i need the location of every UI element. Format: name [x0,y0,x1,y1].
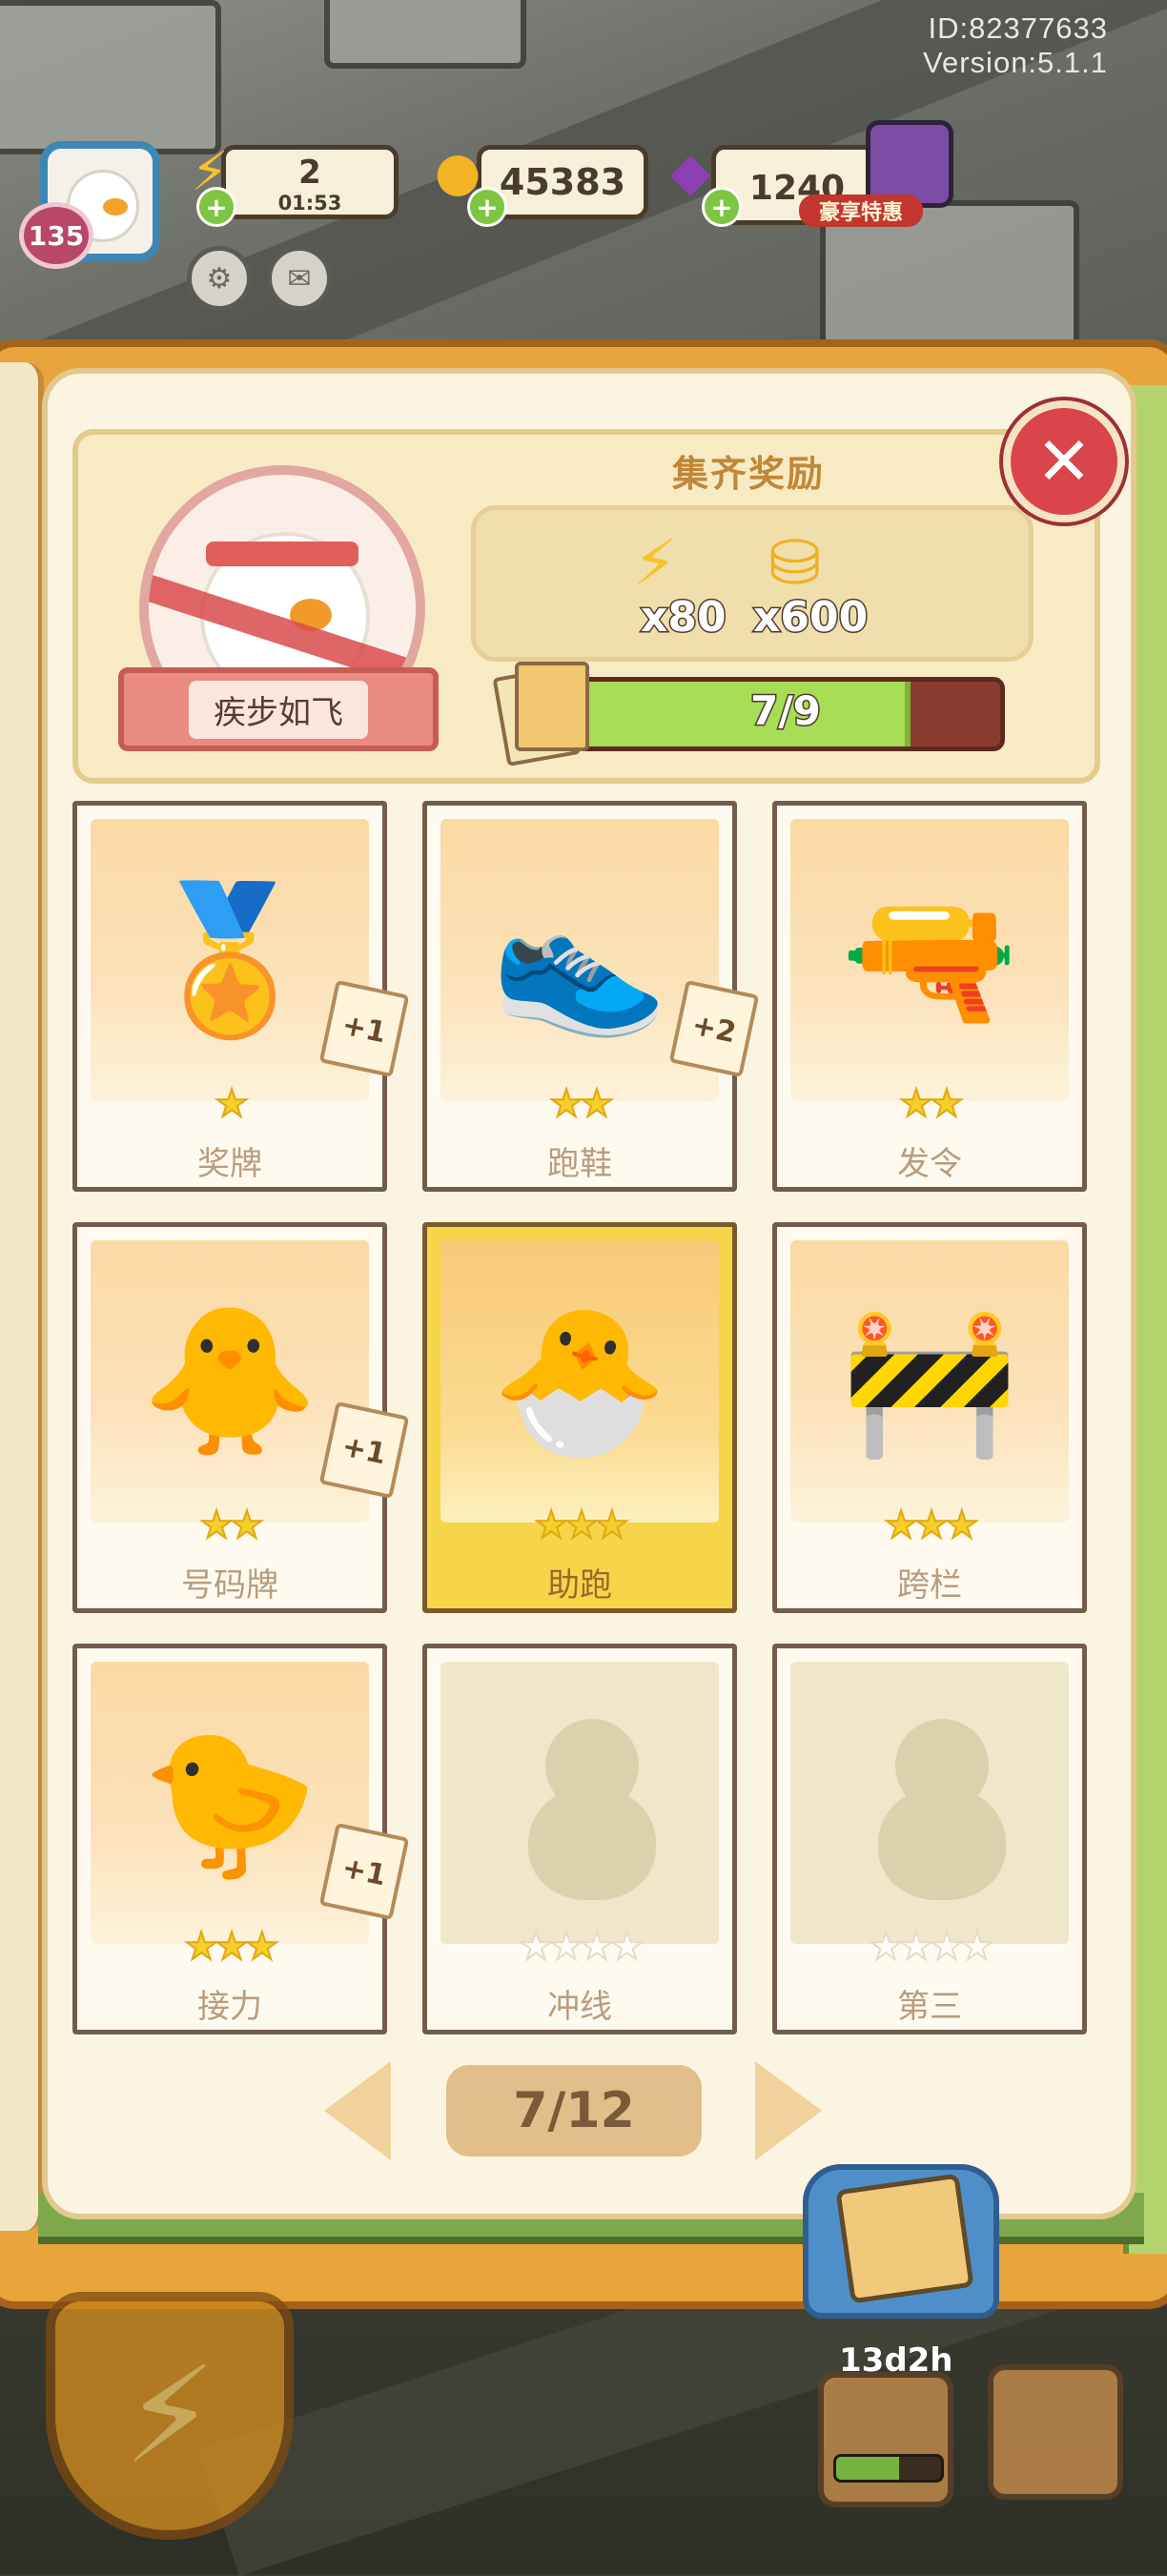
lightning-icon: ⚡ [633,526,678,600]
card-label: 跑鞋 [547,1145,612,1183]
card-label: 号码牌 [181,1566,278,1605]
close-button[interactable]: ✕ [1003,400,1125,522]
album-name: 疾步如飞 [189,680,368,739]
starting-pistol-icon: 🔫 [840,877,1019,1043]
card-star-rating: ★★★★ [427,1924,732,1970]
envelope-icon [835,2173,974,2304]
card-art [790,1662,1069,1944]
card-star-rating: ★★★ [427,1503,732,1548]
event-progress-bar [833,2454,944,2483]
star-icon: ★ [609,1924,645,1970]
card-star-rating: ★★★ [77,1924,382,1970]
previous-page-button[interactable] [324,2061,391,2160]
close-icon: ✕ [1035,422,1093,501]
star-icon: ★ [244,1924,280,1970]
card-art: 🔫 [790,819,1069,1101]
star-icon: ★ [214,1081,250,1127]
star-icon: ★ [548,1924,584,1970]
energy-plus-button[interactable]: + [196,187,236,227]
star-icon: ★ [959,1924,995,1970]
card-label: 跨栏 [897,1566,962,1605]
card-label: 接力 [197,1988,262,2026]
album-card[interactable]: 🏅 ★ 奖牌 +1 [72,801,410,1192]
page-edge-left [0,362,44,2231]
silhouette-icon [878,1719,1006,1900]
coin-value: 45383 [499,161,626,203]
energy-bolt-button[interactable]: ⚡ [46,2292,294,2540]
game-version: Version:5.1.1 [923,46,1108,79]
reward-energy-quantity: x80 [640,592,728,644]
star-icon: ★ [229,1503,265,1548]
album-progress-text: 7/9 [749,686,823,736]
star-icon: ★ [579,1081,615,1127]
star-icon: ★ [533,1503,569,1548]
card-label: 助跑 [547,1566,612,1605]
album-card[interactable]: 🐥 ★★ 号码牌 +1 [72,1222,410,1613]
promo-label[interactable]: 豪享特惠 [799,194,923,227]
completion-reward-box [471,505,1034,662]
page-indicator: 7/12 [446,2065,702,2157]
event-timer: 13d2h [838,2341,954,2381]
id-version-label: ID:82377633 Version:5.1.1 [923,11,1108,80]
card-label: 发令 [897,1145,962,1183]
reward-coin-quantity: x600 [751,592,869,644]
player-id: ID:82377633 [928,11,1108,45]
energy-value: 2 [298,153,321,192]
star-icon: ★ [868,1924,904,1970]
coin-stack-icon: ⛁ [768,526,822,600]
card-star-rating: ★ [77,1081,382,1127]
album-card[interactable]: ★★★★ 第三 [772,1644,1087,2034]
card-label: 奖牌 [197,1145,262,1183]
album-card[interactable]: ★★★★ 冲线 [422,1644,737,2034]
star-icon: ★ [518,1924,554,1970]
card-art: 🐣 [440,1240,719,1523]
card-label: 冲线 [547,1988,612,2026]
crouch-start-icon: 🐣 [490,1298,669,1464]
album-card[interactable]: 🐣 ★★★ 助跑 [422,1222,737,1613]
mail-icon[interactable]: ✉ [267,246,332,311]
card-art [440,1662,719,1944]
player-level-badge: 135 [19,202,93,269]
friends-icon[interactable] [988,2364,1123,2500]
card-star-rating: ★★★ [777,1503,1082,1548]
star-icon: ★ [929,1081,965,1127]
gem-plus-button[interactable]: + [702,187,742,227]
album-card[interactable]: 🔫 ★★ 发令 [772,801,1087,1192]
album-card[interactable]: 🐤 ★★★ 接力 +1 [72,1644,410,2034]
star-icon: ★ [929,1924,965,1970]
event-card-icon[interactable] [818,2372,953,2507]
star-icon: ★ [913,1503,950,1548]
coin-plus-button[interactable]: + [467,187,507,227]
silhouette-icon [528,1719,656,1900]
album-card[interactable]: 🚧 ★★★ 跨栏 [772,1222,1087,1613]
star-icon: ★ [898,1924,934,1970]
album-name-ribbon: 疾步如飞 [118,667,439,751]
card-label: 第三 [897,1988,962,2026]
album-progress-bar: 7/9 [566,677,1005,751]
card-star-rating: ★★★★ [777,1924,1082,1970]
star-icon: ★ [944,1503,980,1548]
star-icon: ★ [548,1081,584,1127]
star-icon: ★ [183,1924,219,1970]
card-star-rating: ★★ [427,1081,732,1127]
star-icon: ★ [214,1924,250,1970]
album-card[interactable]: 👟 ★★ 跑鞋 +2 [422,801,760,1192]
star-icon: ★ [594,1503,630,1548]
card-stack-icon [492,662,589,767]
next-page-button[interactable] [755,2061,822,2160]
card-art: 🚧 [790,1240,1069,1523]
energy-timer: 01:53 [277,192,342,215]
completion-reward-title: 集齐奖励 [671,453,825,495]
star-icon: ★ [898,1081,934,1127]
card-star-rating: ★★ [777,1081,1082,1127]
settings-gear-icon[interactable]: ⚙ [187,246,252,311]
star-icon: ★ [563,1503,600,1548]
card-pack-button[interactable] [803,2164,999,2319]
star-icon: ★ [579,1924,615,1970]
star-icon: ★ [198,1503,235,1548]
star-icon: ★ [883,1503,919,1548]
hurdles-icon: 🚧 [840,1298,1019,1464]
card-star-rating: ★★ [77,1503,382,1548]
